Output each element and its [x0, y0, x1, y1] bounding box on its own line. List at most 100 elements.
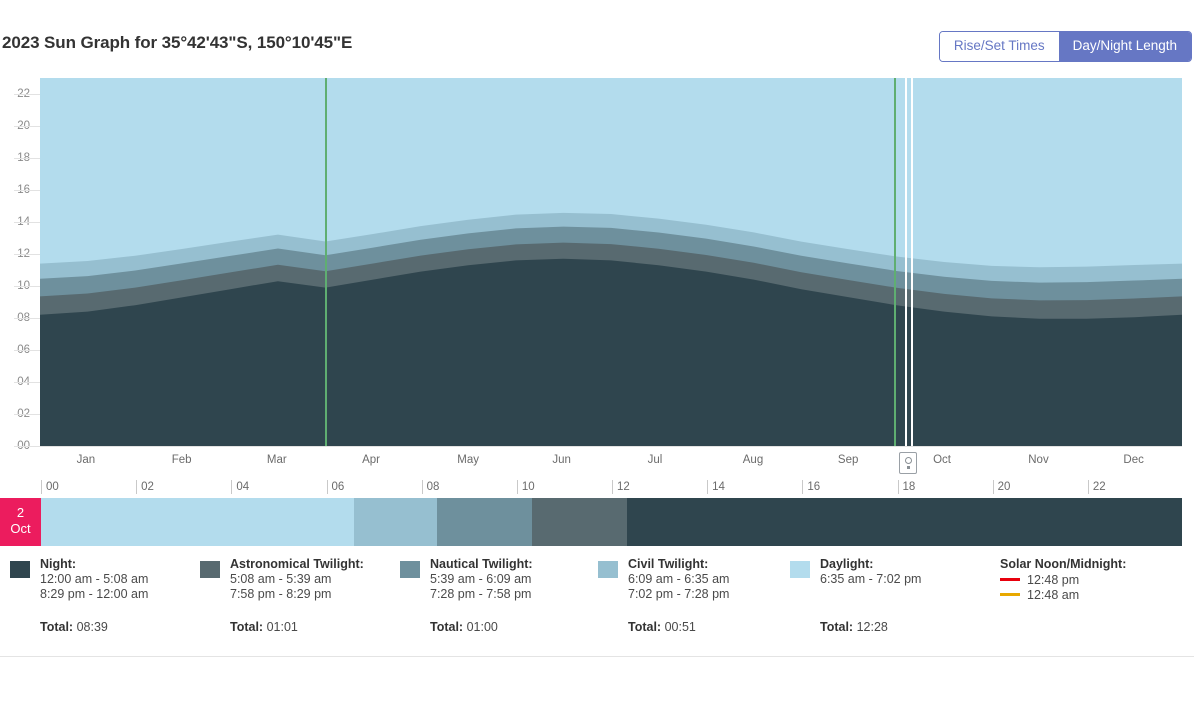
selected-date-line[interactable] — [905, 78, 907, 446]
legend-total-label: Total: — [430, 620, 464, 634]
x-axis-hour-label: 10 — [516, 480, 535, 494]
legend-solar-noon-midnight: Solar Noon/Midnight: 12:48 pm 12:48 am — [1000, 556, 1126, 602]
x-axis-hour-label: 08 — [421, 480, 439, 494]
dst-transition-line — [324, 78, 327, 446]
legend-time-range: 5:39 am - 6:09 am — [430, 572, 532, 586]
legend-item-daylight: Daylight: 6:35 am - 7:02 pm Total: 12:28 — [790, 556, 921, 634]
selected-day-strip[interactable]: 2 Oct — [0, 498, 1194, 546]
day-strip-segment-daylight — [41, 498, 354, 546]
selected-date-badge: 2 Oct — [0, 498, 41, 546]
legend-total-label: Total: — [820, 620, 854, 634]
x-axis-hour-label: 00 — [41, 480, 59, 494]
legend-total-label: Total: — [230, 620, 264, 634]
header: 2023 Sun Graph for 35°42'43"S, 150°10'45… — [0, 0, 1194, 70]
legend-time-range: 8:29 pm - 12:00 am — [40, 587, 149, 601]
legend-total-nautical: Total: 01:00 — [430, 620, 533, 634]
x-axis-month-label: May — [457, 454, 479, 466]
legend-time-range: 12:00 am - 5:08 am — [40, 572, 149, 586]
solar-noon-row: 12:48 pm — [1000, 572, 1126, 587]
legend-item-night: Night: 12:00 am - 5:08 am 8:29 pm - 12:00 … — [10, 556, 148, 634]
legend-title-nautical: Nautical Twilight: — [430, 557, 533, 571]
x-axis-hour-label: 16 — [802, 480, 820, 494]
legend-total-value: 01:00 — [463, 620, 498, 634]
tab-day-night-length[interactable]: Day/Night Length — [1058, 32, 1191, 61]
solar-title: Solar Noon/Midnight: — [1000, 557, 1127, 571]
chart-plot-area[interactable] — [40, 78, 1182, 446]
date-drag-handle-icon[interactable] — [899, 452, 917, 474]
x-axis-month-label: Jan — [76, 454, 96, 466]
sun-graph-chart[interactable]: 00 02 04 06 08 10 12 14 16 18 20 22 — [0, 70, 1194, 452]
legend-total-civil: Total: 00:51 — [628, 620, 729, 634]
legend-swatch-night — [10, 561, 30, 578]
legend-time-range: 5:08 am - 5:39 am — [230, 572, 332, 586]
x-axis-hour-label: 02 — [136, 480, 154, 494]
legend-total-label: Total: — [628, 620, 662, 634]
x-axis-month-label: Aug — [742, 454, 764, 466]
legend-total-value: 00:51 — [661, 620, 696, 634]
solar-noon-time: 12:48 pm — [1027, 572, 1080, 587]
x-axis-month-label: Mar — [266, 454, 287, 466]
solar-midnight-row: 12:48 am — [1000, 587, 1126, 602]
legend-item-astronomical: Astronomical Twilight: 5:08 am - 5:39 am 7… — [200, 556, 364, 634]
legend-total-label: Total: — [40, 620, 74, 634]
legend-time-range: 6:35 am - 7:02 pm — [820, 572, 922, 586]
x-axis-month-label: Jun — [552, 454, 571, 466]
solar-midnight-line-icon — [1000, 593, 1020, 596]
legend-time-range — [820, 587, 921, 602]
legend-total-value: 08:39 — [73, 620, 108, 634]
dst-transition-line — [894, 78, 897, 446]
y-axis: 00 02 04 06 08 10 12 14 16 18 20 22 — [0, 70, 40, 452]
legend-total-daylight: Total: 12:28 — [820, 620, 921, 634]
x-axis-hour-label: 06 — [326, 480, 344, 494]
legend-total-night: Total: 08:39 — [40, 620, 148, 634]
day-strip-segment-night — [627, 498, 1182, 546]
legend-swatch-daylight — [790, 561, 810, 578]
day-strip-segment-astronomical — [532, 498, 628, 546]
legend-title-civil: Civil Twilight: — [628, 557, 709, 571]
legend-swatch-nautical — [400, 561, 420, 578]
view-toggle-group[interactable]: Rise/Set Times Day/Night Length — [938, 31, 1192, 62]
legend-total-astronomical: Total: 01:01 — [230, 620, 364, 634]
tab-rise-set-times[interactable]: Rise/Set Times — [939, 32, 1059, 61]
legend: Night: 12:00 am - 5:08 am 8:29 pm - 12:00 … — [0, 556, 1194, 656]
legend-time-range: 7:02 pm - 7:28 pm — [628, 587, 730, 601]
day-strip-segment-civil — [353, 498, 437, 546]
legend-title-daylight: Daylight: — [820, 557, 874, 571]
x-axis-hour-label: 20 — [992, 480, 1010, 494]
x-axis-hour-label: 14 — [707, 480, 725, 494]
x-axis-month-label: Feb — [171, 454, 192, 466]
legend-time-range: 7:58 pm - 8:29 pm — [230, 587, 332, 601]
solar-midnight-time: 12:48 am — [1027, 587, 1080, 602]
legend-swatch-astronomical — [200, 561, 220, 578]
x-axis-month-label: Sep — [837, 454, 859, 466]
legend-total-value: 01:01 — [263, 620, 298, 634]
footer-divider — [0, 656, 1194, 657]
legend-item-civil: Civil Twilight: 6:09 am - 6:35 am 7:02 pm … — [598, 556, 729, 634]
x-axis-hour-label: 04 — [231, 480, 249, 494]
legend-title-night: Night: — [40, 557, 77, 571]
x-axis-month-label: Nov — [1028, 454, 1049, 466]
x-axis-month-label: Dec — [1123, 454, 1144, 466]
x-axis-month-label: Jul — [647, 454, 663, 466]
x-axis-month-label: Apr — [362, 454, 380, 466]
legend-time-range: 7:28 pm - 7:58 pm — [430, 587, 532, 601]
selected-date-day: 2 — [16, 505, 25, 520]
page-title: 2023 Sun Graph for 35°42'43"S, 150°10'45… — [2, 33, 353, 52]
selected-date-month: Oct — [10, 521, 31, 536]
legend-title-astronomical: Astronomical Twilight: — [230, 557, 364, 571]
x-axis: Jan Feb Mar Apr May Jun Jul Aug Sep Oct Nov Dec 00 0… — [0, 450, 1194, 498]
selected-date-line[interactable] — [911, 78, 913, 446]
legend-swatch-civil — [598, 561, 618, 578]
day-strip-segment-nautical — [437, 498, 533, 546]
y-gridline — [14, 446, 1182, 447]
chart-bands — [40, 212, 1182, 446]
x-axis-hour-label: 12 — [612, 480, 630, 494]
legend-total-value: 12:28 — [853, 620, 888, 634]
x-axis-month-label: Oct — [933, 454, 951, 466]
legend-time-range: 6:09 am - 6:35 am — [628, 572, 730, 586]
legend-item-nautical: Nautical Twilight: 5:39 am - 6:09 am 7:28 … — [400, 556, 533, 634]
solar-noon-line-icon — [1000, 578, 1020, 581]
x-axis-hour-label: 18 — [897, 480, 915, 494]
x-axis-hour-label: 22 — [1087, 480, 1106, 494]
day-length-bar[interactable] — [41, 498, 1182, 546]
